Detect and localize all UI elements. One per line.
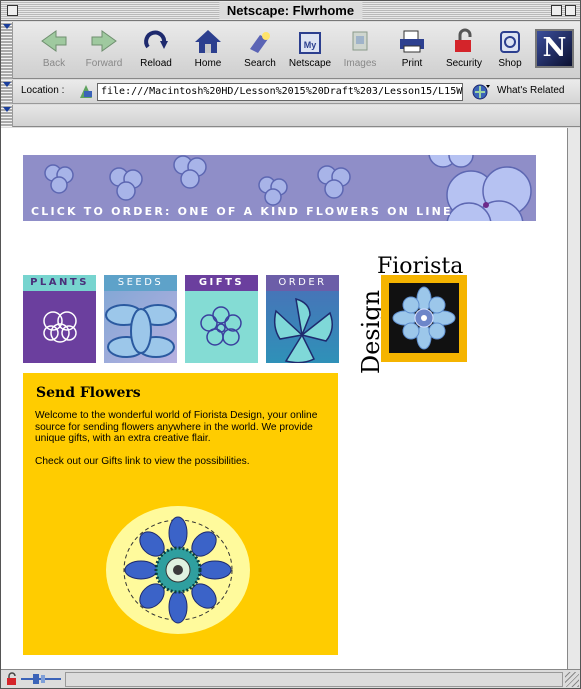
zoom-box[interactable] (551, 5, 562, 16)
forward-label: Forward (85, 58, 123, 69)
location-label: Location : (21, 85, 65, 96)
whats-related-label[interactable]: What's Related (497, 85, 565, 96)
security-status-icon[interactable] (5, 672, 19, 686)
reload-icon (144, 30, 168, 49)
home-label: Home (194, 58, 222, 69)
gift-flower-icon (200, 306, 242, 346)
reload-label: Reload (140, 58, 172, 69)
personal-toolbar (1, 105, 580, 127)
home-button[interactable]: Home (185, 25, 231, 75)
back-arrow-icon (41, 30, 67, 52)
url-field[interactable]: file:///Macintosh%20HD/Lesson%2015%20Dra… (97, 83, 463, 101)
home-icon (195, 30, 221, 53)
printer-icon (400, 30, 424, 53)
status-bar (1, 669, 580, 688)
back-label: Back (42, 58, 66, 69)
my-netscape-icon: My (299, 32, 321, 54)
resize-grip[interactable] (565, 672, 579, 687)
navigation-toolbar: Back Forward Reload Home Search My Netsc… (1, 22, 580, 79)
back-button[interactable]: Back (31, 25, 77, 75)
order-flower-icon (273, 297, 333, 363)
shop-button[interactable]: Shop (487, 25, 533, 75)
images-button[interactable]: Images (337, 25, 383, 75)
search-label: Search (244, 58, 276, 69)
browser-window: Netscape: Flwrhome Back Forward Reload H… (0, 0, 581, 689)
panel-heading: Send Flowers (36, 385, 141, 401)
reload-button[interactable]: Reload (133, 25, 179, 75)
logo-flower-image (389, 283, 459, 353)
personal-collapse-tab[interactable] (1, 105, 13, 127)
my-netscape-button[interactable]: My Netscape (287, 25, 333, 75)
gifts-paragraph: Check out our Gifts link to view the pos… (35, 456, 250, 467)
page-proxy-icon[interactable] (77, 83, 95, 100)
svg-text:My: My (304, 40, 317, 50)
logo-flower-box (381, 275, 467, 362)
location-toolbar: Location : file:///Macintosh%20HD/Lesson… (1, 80, 580, 104)
netscape-logo[interactable]: N (535, 29, 574, 68)
whats-related-icon[interactable] (471, 83, 491, 101)
nav-gifts[interactable]: GIFTS (185, 275, 258, 363)
flower-badge-image (106, 506, 250, 634)
welcome-paragraph: Welcome to the wonderful world of Fioris… (35, 410, 318, 444)
vertical-scrollbar[interactable] (567, 128, 580, 669)
connection-icon[interactable] (21, 673, 61, 685)
close-box[interactable] (7, 5, 18, 16)
security-label: Security (445, 58, 483, 69)
print-button[interactable]: Print (389, 25, 435, 75)
search-icon (250, 32, 270, 53)
images-icon (352, 31, 368, 51)
forward-arrow-icon (91, 30, 117, 52)
page-content: CLICK TO ORDER: ONE OF A KIND FLOWERS ON… (1, 128, 567, 669)
search-button[interactable]: Search (237, 25, 283, 75)
nav-order[interactable]: ORDER (266, 275, 339, 363)
order-banner[interactable]: CLICK TO ORDER: ONE OF A KIND FLOWERS ON… (23, 155, 536, 221)
shop-label: Shop (498, 58, 522, 69)
seed-flower-icon (105, 304, 177, 358)
title-bar[interactable]: Netscape: Flwrhome (1, 1, 580, 21)
nav-plants[interactable]: PLANTS (23, 275, 96, 363)
images-label: Images (343, 58, 377, 69)
location-collapse-tab[interactable] (1, 80, 13, 104)
toolbar-collapse-tab[interactable] (1, 22, 13, 79)
my-netscape-label: Netscape (288, 58, 332, 69)
send-flowers-panel: Send Flowers Welcome to the wonderful wo… (23, 373, 338, 655)
collapse-box[interactable] (565, 5, 576, 16)
forward-button[interactable]: Forward (81, 25, 127, 75)
nav-seeds[interactable]: SEEDS (104, 275, 177, 363)
passion-flower-icon (392, 286, 456, 350)
window-title: Netscape: Flwrhome (218, 2, 363, 19)
print-label: Print (401, 58, 423, 69)
status-message-field (65, 672, 563, 687)
flower-outline-icon (43, 311, 77, 343)
security-button[interactable]: Security (441, 25, 487, 75)
shop-icon (500, 31, 520, 53)
security-lock-icon (455, 28, 472, 52)
banner-text: CLICK TO ORDER: ONE OF A KIND FLOWERS ON… (31, 205, 453, 218)
